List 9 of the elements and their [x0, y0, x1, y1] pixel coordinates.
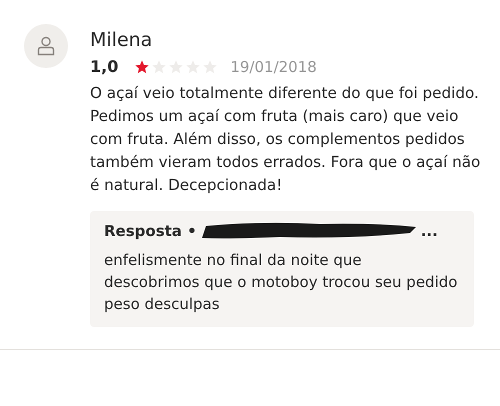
reply-text: enfelismente no final da noite que descobrimos que o motoboy trocou seu pedido peso desculpas — [104, 250, 458, 315]
review-text: O açaí veio totalmente diferente do que foi pedido. Pedimos um açaí com fruta (mais caro) que veio com fruta. Além disso, os complementos pedidos também vieram todos errados. Fora que o açaí não é natural. Decepcionada! — [90, 83, 482, 196]
author-name: Milena — [90, 29, 154, 51]
filled-star-icon — [134, 58, 150, 74]
review-date: 19/01/2018 — [230, 58, 317, 76]
rating-value: 1,0 — [90, 57, 118, 76]
ellipsis: ... — [420, 222, 438, 240]
user-icon — [37, 36, 55, 56]
reply-label: Resposta • — [104, 222, 197, 240]
